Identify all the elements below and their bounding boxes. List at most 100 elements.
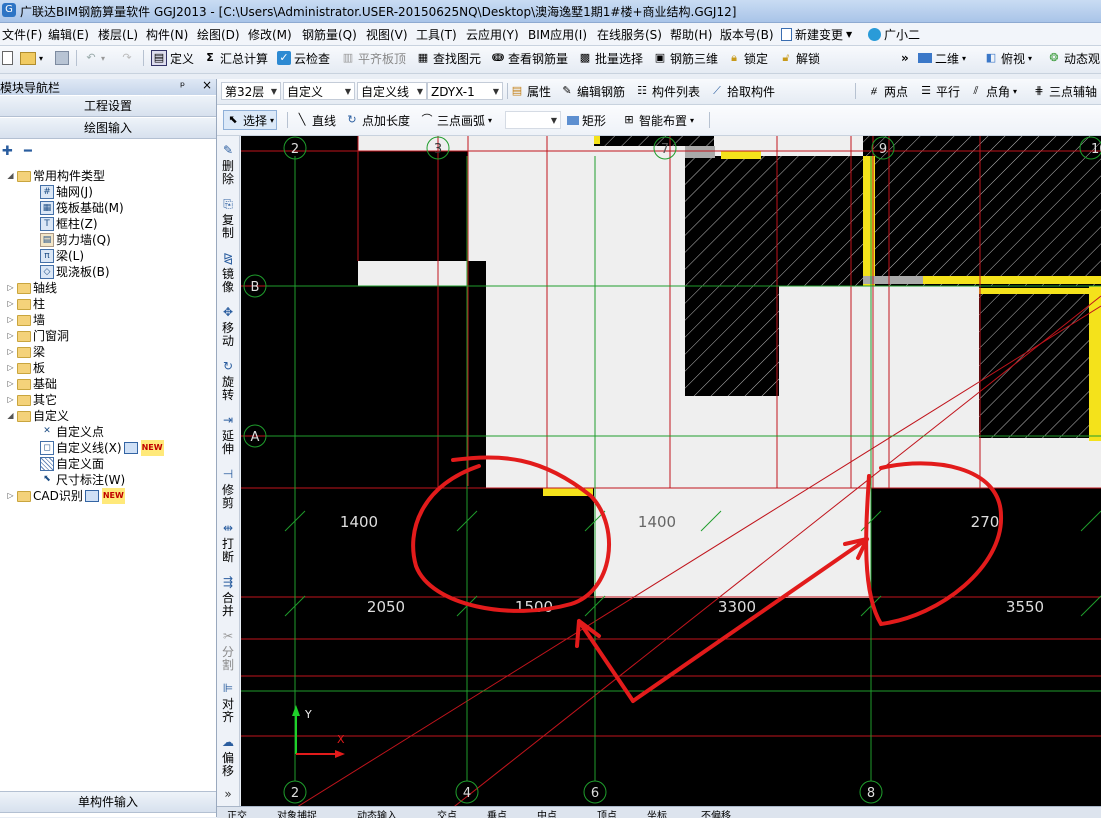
tree-item-shear-wall[interactable]: ▤ 剪力墙(Q) [40, 232, 111, 248]
new-change-button[interactable]: 新建变更 ▼ [781, 26, 852, 43]
type-select[interactable]: 自定义线 ▼ [357, 82, 427, 100]
dynamic-view-button[interactable]: ❂ 动态观 [1047, 49, 1100, 67]
new-file-button[interactable] [2, 49, 13, 67]
more-tools-button[interactable]: » [217, 788, 239, 804]
menu-file[interactable]: 文件(F) [2, 26, 42, 43]
rebar-3d-button[interactable]: ▣ 钢筋三维 [653, 49, 718, 67]
collapse-all-icon[interactable]: ━ [24, 144, 32, 159]
menu-modify[interactable]: 修改(M) [248, 26, 292, 43]
category-select[interactable]: 自定义 ▼ [283, 82, 355, 100]
break-button[interactable]: ⇹ 打断 [217, 522, 239, 564]
assistant-button[interactable]: 广小二 [868, 26, 920, 43]
tree-item-custom-area[interactable]: 自定义面 [40, 456, 104, 472]
point-length-button[interactable]: ↻ 点加长度 [345, 111, 410, 129]
tree-item-column[interactable]: T 框柱(Z) [40, 216, 98, 232]
menu-cloud[interactable]: 云应用(Y) [466, 26, 519, 43]
view-2d-button[interactable]: 二维 ▾ [918, 49, 966, 67]
drawing-canvas[interactable]: 2 3 7 9 10 B A 2 4 6 8 1400 1400 270 205… [241, 136, 1101, 817]
parallel-axis-button[interactable]: ☰ 平行 [919, 82, 960, 100]
menu-view[interactable]: 视图(V) [366, 26, 408, 43]
midpoint-toggle[interactable]: 中点 [537, 807, 557, 818]
two-point-axis-button[interactable]: ⧣ 两点 [867, 82, 908, 100]
properties-button[interactable]: ▤ 属性 [510, 82, 551, 100]
save-button[interactable] [55, 49, 69, 67]
mirror-button[interactable]: ⧎ 镜像 [217, 252, 239, 294]
select-button[interactable]: ⬉ 选择 ▾ [223, 110, 278, 130]
dynamic-input-toggle[interactable]: 动态输入 [357, 807, 397, 818]
tree-group-column[interactable]: ▷ 柱 [6, 296, 45, 312]
coordinate-toggle[interactable]: 坐标 [647, 807, 667, 818]
top-view-button[interactable]: ◧ 俯视 ▾ [984, 49, 1032, 67]
cad-drawing[interactable]: 2 3 7 9 10 B A 2 4 6 8 1400 1400 270 205… [241, 136, 1101, 817]
tree-group-wall[interactable]: ▷ 墙 [6, 312, 45, 328]
menu-online[interactable]: 在线服务(S) [597, 26, 662, 43]
rotate-button[interactable]: ↻ 旋转 [217, 360, 239, 402]
tree-group-custom[interactable]: ◢ 自定义 [6, 408, 69, 424]
tree-group-openings[interactable]: ▷ 门窗洞 [6, 328, 69, 344]
redo-button[interactable]: ↷ [120, 49, 134, 67]
merge-button[interactable]: ⇶ 合并 [217, 576, 239, 618]
menu-component[interactable]: 构件(N) [146, 26, 188, 43]
tab-single-input[interactable]: 单构件输入 [0, 791, 216, 813]
cloud-check-button[interactable]: ✓ 云检查 [277, 49, 330, 67]
edit-rebar-button[interactable]: ✎ 编辑钢筋 [560, 82, 625, 100]
ortho-toggle[interactable]: 正交 [227, 807, 247, 818]
summary-calc-button[interactable]: Σ 汇总计算 [203, 49, 268, 67]
tree-item-axis-grid[interactable]: # 轴网(J) [40, 184, 93, 200]
arc-button[interactable]: ⌒ 三点画弧 ▾ [420, 111, 493, 129]
batch-select-button[interactable]: ▩ 批量选择 [578, 49, 643, 67]
open-file-button[interactable]: ▾ [20, 49, 43, 67]
align-button[interactable]: ⊫ 对齐 [217, 682, 239, 724]
expand-all-icon[interactable]: ✚ [2, 144, 13, 159]
menu-version[interactable]: 版本号(B) [720, 26, 774, 43]
vertex-toggle[interactable]: 顶点 [597, 807, 617, 818]
tree-item-custom-line[interactable]: ◻ 自定义线(X) NEW [40, 440, 164, 456]
extend-button[interactable]: ⇥ 延伸 [217, 414, 239, 456]
tab-project-settings[interactable]: 工程设置 [0, 96, 216, 117]
offset-mode-select[interactable]: 不偏移 [701, 807, 731, 818]
toolbar-overflow-button[interactable]: » [901, 49, 909, 67]
arc-option-select[interactable]: ▼ [505, 111, 561, 129]
menu-rebar[interactable]: 钢筋量(Q) [302, 26, 357, 43]
rectangle-button[interactable]: 矩形 [567, 111, 606, 129]
delete-button[interactable]: ✎ 删除 [217, 144, 239, 186]
smart-layout-button[interactable]: ⊞ 智能布置 ▾ [622, 111, 694, 129]
tree-group-other[interactable]: ▷ 其它 [6, 392, 57, 408]
view-rebar-button[interactable]: ↈ 查看钢筋量 [491, 49, 568, 67]
point-angle-button[interactable]: ⫽ 点角 ▾ [969, 82, 1017, 100]
copy-button[interactable]: ⎘ 复制 [217, 198, 239, 240]
menu-tools[interactable]: 工具(T) [416, 26, 457, 43]
tree-group-slab[interactable]: ▷ 板 [6, 360, 45, 376]
undo-button[interactable]: ↶ ▾ [84, 49, 105, 67]
snap-toggle[interactable]: 对象捕捉 [277, 807, 317, 818]
pick-component-button[interactable]: ⟋ 拾取构件 [710, 82, 775, 100]
component-list-button[interactable]: ☷ 构件列表 [635, 82, 700, 100]
find-element-button[interactable]: ▦ 查找图元 [416, 49, 481, 67]
unlock-button[interactable]: 🔓︎ 解锁 [779, 49, 820, 67]
menu-floor[interactable]: 楼层(L) [98, 26, 138, 43]
menu-bim[interactable]: BIM应用(I) [528, 26, 587, 43]
move-button[interactable]: ✥ 移动 [217, 306, 239, 348]
tree-item-slab[interactable]: ◇ 现浇板(B) [40, 264, 110, 280]
tree-group-cad[interactable]: ▷ CAD识别 NEW [6, 488, 125, 504]
menu-draw[interactable]: 绘图(D) [197, 26, 240, 43]
tree-group-common[interactable]: ◢ 常用构件类型 [6, 168, 105, 184]
tree-item-raft[interactable]: ▦ 筏板基础(M) [40, 200, 124, 216]
element-select[interactable]: ZDYX-1 ▼ [427, 82, 503, 100]
menu-edit[interactable]: 编辑(E) [48, 26, 89, 43]
close-icon[interactable]: × [202, 78, 212, 92]
tree-group-foundation[interactable]: ▷ 基础 [6, 376, 57, 392]
tree-item-custom-point[interactable]: ✕ 自定义点 [40, 424, 104, 440]
menu-help[interactable]: 帮助(H) [670, 26, 712, 43]
tab-drawing-input[interactable]: 绘图输入 [0, 118, 216, 139]
define-button[interactable]: ▤ 定义 [151, 49, 194, 67]
tree-item-dimension[interactable]: ⬉ 尺寸标注(W) [40, 472, 125, 488]
floor-select[interactable]: 第32层 ▼ [221, 82, 281, 100]
intersection-toggle[interactable]: 交点 [437, 807, 457, 818]
split-button[interactable]: ✂ 分割 [217, 630, 239, 672]
tree-group-beam[interactable]: ▷ 梁 [6, 344, 45, 360]
tree-group-axis[interactable]: ▷ 轴线 [6, 280, 57, 296]
tree-item-beam[interactable]: π 梁(L) [40, 248, 84, 264]
pin-icon[interactable]: ᵖ [180, 79, 185, 93]
three-point-axis-button[interactable]: ⋕ 三点辅轴 [1032, 82, 1097, 100]
